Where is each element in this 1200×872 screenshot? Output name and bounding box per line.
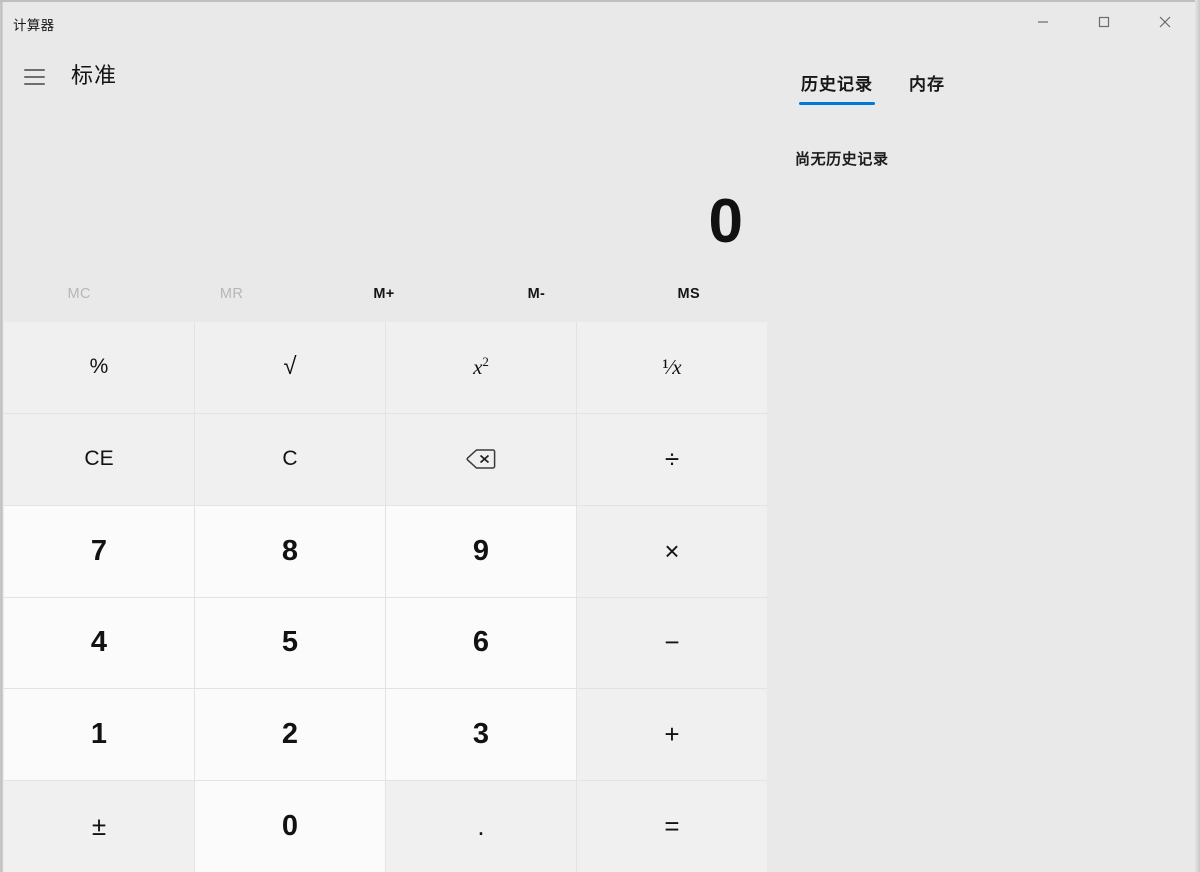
display-area: 0 [3, 104, 765, 264]
subtract-label: − [664, 627, 680, 658]
clear-label: C [282, 447, 298, 471]
digit-3-button[interactable]: 3 [386, 689, 576, 781]
digit-7-label: 7 [90, 534, 108, 567]
maximize-icon [1098, 16, 1110, 28]
minimize-button[interactable] [1012, 2, 1073, 42]
digit-1-button[interactable]: 1 [4, 689, 194, 781]
memory-store-button[interactable]: MS [613, 270, 765, 318]
digit-9-button[interactable]: 9 [386, 505, 576, 597]
window-title: 计算器 [13, 18, 55, 33]
memory-clear-button[interactable]: MC [3, 270, 155, 318]
decimal-point-label: . [477, 811, 485, 842]
close-icon [1158, 15, 1172, 29]
negate-label: ± [91, 811, 107, 842]
add-button[interactable]: + [577, 689, 767, 781]
digit-2-label: 2 [281, 718, 299, 751]
hamburger-line [23, 76, 45, 78]
digit-1-label: 1 [90, 718, 108, 751]
hamburger-line [23, 69, 45, 71]
digit-8-label: 8 [281, 534, 299, 567]
window-controls [1012, 2, 1195, 42]
clear-entry-button[interactable]: CE [4, 413, 194, 505]
window-border-right [1195, 0, 1200, 872]
minimize-icon [1037, 16, 1049, 28]
percent-label: % [89, 355, 109, 379]
memory-subtract-button[interactable]: M- [460, 270, 612, 318]
digit-7-button[interactable]: 7 [4, 505, 194, 597]
panel-tab-list: 历史记录 内存 [795, 66, 951, 105]
memory-button-row: MC MR M+ M- MS [3, 270, 765, 318]
equals-button[interactable]: = [577, 781, 767, 872]
digit-0-label: 0 [281, 810, 299, 843]
multiply-button[interactable]: × [577, 505, 767, 597]
memory-add-button[interactable]: M+ [308, 270, 460, 318]
title-bar[interactable]: 计算器 [3, 2, 1195, 42]
maximize-button[interactable] [1073, 2, 1134, 42]
close-button[interactable] [1134, 2, 1195, 42]
tab-memory[interactable]: 内存 [903, 66, 951, 105]
digit-2-button[interactable]: 2 [195, 689, 385, 781]
digit-3-label: 3 [472, 718, 490, 751]
reciprocal-label: ¹⁄x [662, 354, 682, 379]
display-value[interactable]: 0 [709, 188, 743, 256]
digit-4-label: 4 [90, 626, 108, 659]
equals-label: = [664, 811, 680, 842]
add-label: + [664, 719, 680, 750]
square-button[interactable]: x2 [386, 322, 576, 413]
clear-button[interactable]: C [195, 413, 385, 505]
digit-5-button[interactable]: 5 [195, 597, 385, 689]
calculator-window: 计算器 标准 0 MC MR M+ M- MS % √ x2 ¹⁄x CE C … [0, 0, 1200, 872]
memory-recall-button[interactable]: MR [155, 270, 307, 318]
decimal-point-button[interactable]: . [386, 781, 576, 872]
square-root-button[interactable]: √ [195, 322, 385, 413]
history-empty-message: 尚无历史记录 [795, 151, 889, 168]
square-root-label: √ [283, 353, 297, 381]
digit-4-button[interactable]: 4 [4, 597, 194, 689]
clear-entry-label: CE [84, 447, 114, 471]
divide-button[interactable]: ÷ [577, 413, 767, 505]
digit-6-label: 6 [472, 626, 490, 659]
multiply-label: × [664, 535, 680, 566]
reciprocal-button[interactable]: ¹⁄x [577, 322, 767, 413]
side-panel: 历史记录 内存 尚无历史记录 [768, 50, 1195, 872]
digit-9-label: 9 [472, 534, 490, 567]
backspace-icon [466, 448, 496, 470]
calculator-mode-title: 标准 [71, 63, 118, 88]
keypad-grid: % √ x2 ¹⁄x CE C ÷ 7 8 9 × 4 5 6 − 1 2 3 … [4, 322, 767, 872]
navigation-bar: 标准 [3, 50, 763, 104]
tab-history[interactable]: 历史记录 [795, 66, 879, 105]
digit-5-label: 5 [281, 626, 299, 659]
square-label: x2 [473, 354, 489, 380]
backspace-button[interactable] [386, 413, 576, 505]
hamburger-line [23, 83, 45, 85]
percent-button[interactable]: % [4, 322, 194, 413]
digit-6-button[interactable]: 6 [386, 597, 576, 689]
negate-button[interactable]: ± [4, 781, 194, 872]
digit-8-button[interactable]: 8 [195, 505, 385, 597]
digit-0-button[interactable]: 0 [195, 781, 385, 872]
subtract-button[interactable]: − [577, 597, 767, 689]
divide-label: ÷ [664, 443, 680, 474]
hamburger-icon[interactable] [14, 59, 54, 95]
